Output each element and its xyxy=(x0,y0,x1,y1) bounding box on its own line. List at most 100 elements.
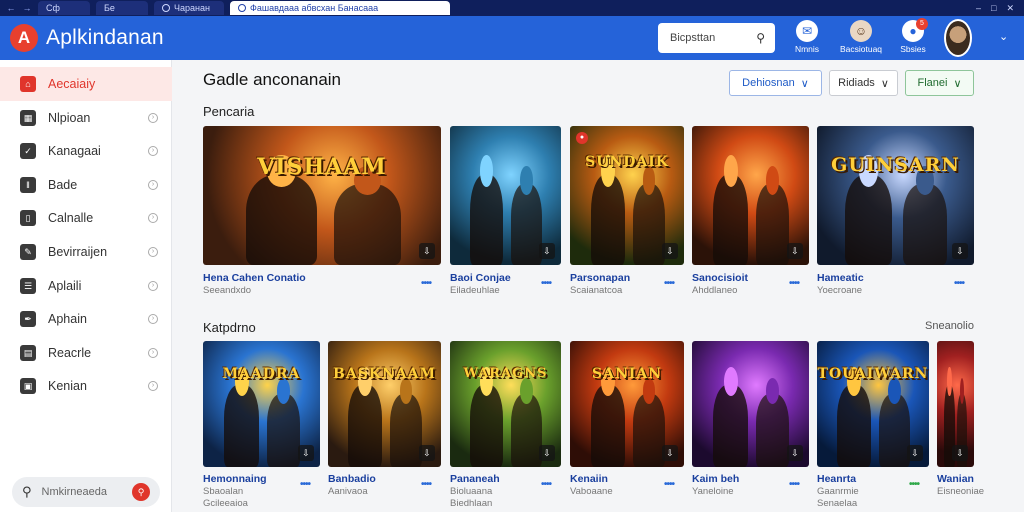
download-icon[interactable]: ⇩ xyxy=(662,445,678,461)
game-thumbnail[interactable]: ⇩ xyxy=(692,341,809,467)
game-card[interactable]: TOUAIWARN ⇩ Heanrta Gaanrmie Senaelaa •••• xyxy=(817,341,929,512)
game-thumbnail[interactable]: GUINSARN ⇩ xyxy=(817,126,974,265)
game-thumbnail[interactable]: BASKNAAM ⇩ xyxy=(328,341,441,467)
search-icon[interactable]: ⚲ xyxy=(756,31,765,45)
game-title[interactable]: Pananeah xyxy=(450,473,500,485)
forward-arrow-icon[interactable]: → xyxy=(22,3,32,13)
minimize-icon[interactable]: – xyxy=(976,3,981,14)
sidebar-item[interactable]: ✎ Bevirraijen › xyxy=(0,235,172,269)
sidebar-item[interactable]: ▯ Calnalle › xyxy=(0,201,172,235)
sidebar-search[interactable]: ⚲ Nmkirneaeda ⚲ xyxy=(12,477,160,507)
sidebar-item[interactable]: ▣ Kenian › xyxy=(0,369,172,403)
game-card[interactable]: GUINSARN ⇩ Hameatic Yoecroane •••• xyxy=(817,126,974,311)
game-thumbnail[interactable]: MAADRA ⇩ xyxy=(203,341,320,467)
game-publisher: Seeandxdo xyxy=(203,285,252,296)
filter-dropdown-3[interactable]: Flanei ∨ xyxy=(905,70,974,96)
browser-tab[interactable]: Чаранан xyxy=(154,1,224,15)
header-chat-button[interactable]: ✉ Nmnis xyxy=(784,20,830,54)
user-avatar[interactable] xyxy=(944,19,972,57)
game-card[interactable]: WARAGNS ⇩ Pananeah Bioluaana Biedhlaan •••• xyxy=(450,341,561,512)
game-thumbnail[interactable]: ⇩ xyxy=(692,126,809,265)
download-icon[interactable]: ⇩ xyxy=(419,445,435,461)
download-icon[interactable]: ⇩ xyxy=(952,243,968,259)
more-options-icon[interactable]: •••• xyxy=(954,278,965,289)
game-thumbnail[interactable]: SANIAN ⇩ xyxy=(570,341,684,467)
more-options-icon[interactable]: •••• xyxy=(541,278,552,289)
game-thumbnail[interactable]: VISHAAM ⇩ xyxy=(203,126,441,265)
download-icon[interactable]: ⇩ xyxy=(787,243,803,259)
game-title[interactable]: Hameatic xyxy=(817,272,864,284)
header-mascot-button[interactable]: ☺ Bacsiotuaq xyxy=(838,20,884,54)
browser-tab[interactable]: Бе xyxy=(96,1,148,15)
more-options-icon[interactable]: •••• xyxy=(300,479,311,490)
download-icon[interactable]: ⇩ xyxy=(419,243,435,259)
game-thumbnail[interactable]: WARAGNS ⇩ xyxy=(450,341,561,467)
game-thumbnail[interactable]: ⇩ xyxy=(450,126,561,265)
sidebar-item[interactable]: ▤ Reacrle › xyxy=(0,336,172,370)
account-caret-icon[interactable]: ⌄ xyxy=(999,30,1008,43)
maximize-icon[interactable]: □ xyxy=(991,3,996,14)
game-title[interactable]: Heanrta xyxy=(817,473,856,485)
sidebar-item[interactable]: ‖ Bade › xyxy=(0,168,172,202)
sidebar-search-text: Nmkirneaeda xyxy=(41,486,107,498)
sidebar-item[interactable]: ✒ Aphain › xyxy=(0,302,172,336)
download-icon[interactable]: ⇩ xyxy=(539,445,555,461)
game-card[interactable]: VISHAAM ⇩ Hena Cahen Conatio Seeandxdo •••• xyxy=(203,126,441,311)
game-title[interactable]: Hena Cahen Conatio xyxy=(203,272,306,284)
character-figure xyxy=(756,377,789,467)
header-notifications-button[interactable]: ● 5 Sbsies xyxy=(890,18,936,54)
character-figure xyxy=(633,166,665,265)
more-options-icon[interactable]: •••• xyxy=(664,479,675,490)
more-options-icon[interactable]: •••• xyxy=(909,479,920,490)
download-icon[interactable]: ⇩ xyxy=(662,243,678,259)
filter-dropdown-2[interactable]: Ridiads ∨ xyxy=(829,70,898,96)
game-title[interactable]: Kenaiin xyxy=(570,473,608,485)
game-card[interactable]: ⇩ Wanian Eisneoniae xyxy=(937,341,984,512)
search-input[interactable]: Bicpsttan ⚲ xyxy=(658,23,775,53)
game-title[interactable]: Baoi Conjae xyxy=(450,272,511,284)
game-title[interactable]: Hemonnaing xyxy=(203,473,267,485)
see-all-link[interactable]: Sneanolio xyxy=(925,320,974,332)
game-thumbnail[interactable]: SUNDAIK ● ⇩ xyxy=(570,126,684,265)
sidebar-item-label: Kenian xyxy=(48,379,87,393)
game-thumbnail[interactable]: TOUAIWARN ⇩ xyxy=(817,341,929,467)
more-options-icon[interactable]: •••• xyxy=(421,479,432,490)
back-arrow-icon[interactable]: ← xyxy=(6,3,16,13)
game-title[interactable]: Parsonapan xyxy=(570,272,630,284)
download-icon[interactable]: ⇩ xyxy=(907,445,923,461)
download-icon[interactable]: ⇩ xyxy=(787,445,803,461)
close-icon[interactable]: ✕ xyxy=(1006,3,1014,14)
browser-tab[interactable]: Сф xyxy=(38,1,90,15)
download-icon[interactable]: ⇩ xyxy=(952,445,968,461)
sidebar-item[interactable]: ⌂ Aecaiaiy xyxy=(0,67,172,101)
more-options-icon[interactable]: •••• xyxy=(421,278,432,289)
game-card[interactable]: ⇩ Sanocisioit Ahddlaneo •••• xyxy=(692,126,809,311)
game-title[interactable]: Kaim beh xyxy=(692,473,739,485)
download-icon[interactable]: ⇩ xyxy=(298,445,314,461)
section-title-category: Katpdrno xyxy=(203,320,256,335)
app-logo[interactable]: A xyxy=(10,24,38,52)
filter-dropdown-1[interactable]: Dehiosnan ∨ xyxy=(729,70,822,96)
game-title[interactable]: Wanian xyxy=(937,473,974,485)
more-options-icon[interactable]: •••• xyxy=(664,278,675,289)
game-card[interactable]: SUNDAIK ● ⇩ Parsonapan Scaianatcoa •••• xyxy=(570,126,684,311)
game-card[interactable]: ⇩ Kaim beh Yaneloine •••• xyxy=(692,341,809,512)
game-card[interactable]: SANIAN ⇩ Kenaiin Vaboaane •••• xyxy=(570,341,684,512)
sidebar-item[interactable]: ☰ Aplaili › xyxy=(0,269,172,303)
browser-tab-active[interactable]: Фашавдааа абвсхан Банасааа xyxy=(230,1,450,15)
voice-search-icon[interactable]: ⚲ xyxy=(132,483,150,501)
game-card[interactable]: ⇩ Baoi Conjae Eiladeuhlae •••• xyxy=(450,126,561,311)
game-title[interactable]: Sanocisioit xyxy=(692,272,748,284)
more-options-icon[interactable]: •••• xyxy=(541,479,552,490)
calendar-icon: ▣ xyxy=(20,378,36,394)
game-card[interactable]: BASKNAAM ⇩ Banbadio Aanivaoa •••• xyxy=(328,341,441,512)
download-icon[interactable]: ⇩ xyxy=(539,243,555,259)
more-options-icon[interactable]: •••• xyxy=(789,479,800,490)
more-options-icon[interactable]: •••• xyxy=(789,278,800,289)
game-title[interactable]: Banbadio xyxy=(328,473,376,485)
sidebar-item[interactable]: ✓ Kanagaai › xyxy=(0,134,172,168)
sidebar-item[interactable]: ▦ Nlpioan › xyxy=(0,101,172,135)
sidebar-item-label: Aphain xyxy=(48,312,87,326)
game-thumbnail[interactable]: ⇩ xyxy=(937,341,974,467)
game-card[interactable]: MAADRA ⇩ Hemonnaing Sbaoalan Gcileeaioa •••• xyxy=(203,341,320,512)
